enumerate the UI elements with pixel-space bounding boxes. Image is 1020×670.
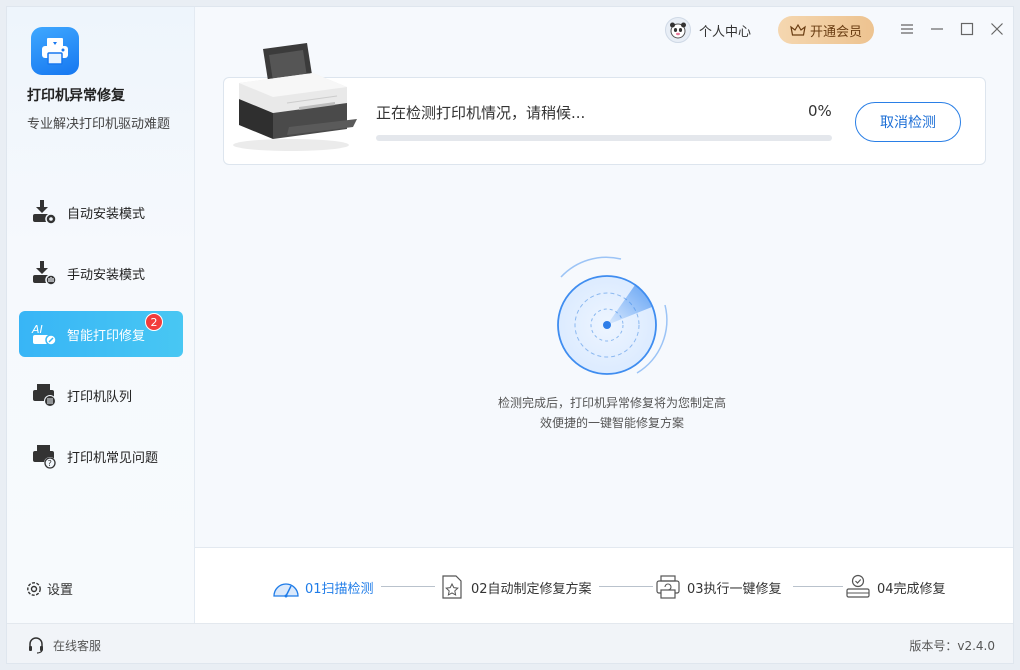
progress-steps: 01扫描检测 02自动制定修复方案 03执行一键修复 04完成修复 bbox=[195, 547, 1013, 623]
detection-status-text: 正在检测打印机情况，请稍候... bbox=[376, 104, 586, 122]
step-label: 04完成修复 bbox=[877, 581, 946, 597]
detection-percent: 0% bbox=[808, 102, 832, 120]
document-star-icon bbox=[437, 572, 467, 602]
menu-icon bbox=[901, 24, 913, 34]
crown-icon bbox=[790, 23, 806, 36]
printer-illustration bbox=[233, 43, 357, 151]
user-center-button[interactable]: 个人中心 bbox=[665, 17, 751, 43]
cancel-detection-button[interactable]: 取消检测 bbox=[855, 102, 961, 142]
gear-icon bbox=[27, 581, 41, 596]
sidebar-item-manual-install[interactable]: 手动安装模式 bbox=[19, 250, 183, 296]
app-subtitle: 专业解决打印机驱动难题 bbox=[27, 117, 171, 132]
sidebar-item-smart-repair[interactable]: AI 智能打印修复 2 bbox=[19, 311, 183, 357]
step-label: 02自动制定修复方案 bbox=[471, 581, 592, 597]
sidebar-item-label: 打印机常见问题 bbox=[67, 450, 159, 466]
sidebar-item-label: 自动安装模式 bbox=[67, 206, 146, 222]
sidebar: 打印机异常修复 专业解决打印机驱动难题 自动安装模式 手动安装模式 AI 智能打… bbox=[7, 7, 195, 623]
app-window: 打印机异常修复 专业解决打印机驱动难题 自动安装模式 手动安装模式 AI 智能打… bbox=[6, 6, 1014, 664]
minimize-icon bbox=[931, 28, 943, 30]
radar-scan-graphic bbox=[557, 256, 668, 375]
step-label: 01扫描检测 bbox=[305, 581, 374, 597]
step-connector bbox=[381, 586, 435, 587]
detection-hint: 检测完成后，打印机异常修复将为您制定高 效便捷的一键智能修复方案 bbox=[467, 393, 757, 433]
online-service-label: 在线客服 bbox=[53, 638, 102, 653]
settings-label: 设置 bbox=[47, 583, 74, 598]
printer-queue-icon bbox=[29, 380, 59, 410]
user-center-label: 个人中心 bbox=[699, 24, 752, 40]
vip-button[interactable]: 开通会员 bbox=[778, 16, 874, 44]
notification-badge: 2 bbox=[145, 313, 163, 331]
step-complete: 04完成修复 bbox=[843, 572, 946, 602]
sidebar-item-label: 智能打印修复 bbox=[67, 328, 146, 344]
step-connector bbox=[793, 586, 843, 587]
maximize-icon bbox=[960, 22, 974, 36]
avatar bbox=[665, 17, 691, 43]
sidebar-item-printer-faq[interactable]: ? 打印机常见问题 bbox=[19, 433, 183, 479]
step-connector bbox=[599, 586, 653, 587]
printer-logo-icon bbox=[42, 38, 68, 65]
download-hand-icon bbox=[29, 258, 59, 288]
hint-line: 效便捷的一键智能修复方案 bbox=[539, 416, 684, 430]
sidebar-nav: 自动安装模式 手动安装模式 AI 智能打印修复 2 打印机队列 ? 打印机常见问… bbox=[19, 189, 183, 494]
maximize-button[interactable] bbox=[957, 19, 977, 39]
settings-button[interactable]: 设置 bbox=[25, 579, 73, 598]
menu-button[interactable] bbox=[897, 19, 917, 39]
status-bar: 在线客服 版本号：v2.4.0 bbox=[7, 623, 1013, 663]
online-service-button[interactable]: 在线客服 bbox=[27, 636, 101, 654]
svg-text:?: ? bbox=[48, 459, 52, 468]
step-plan: 02自动制定修复方案 bbox=[437, 572, 592, 602]
panda-avatar-icon bbox=[670, 22, 686, 39]
sidebar-item-label: 打印机队列 bbox=[67, 389, 133, 405]
hint-line: 检测完成后，打印机异常修复将为您制定高 bbox=[497, 396, 726, 410]
sidebar-item-label: 手动安装模式 bbox=[67, 267, 146, 283]
step-label: 03执行一键修复 bbox=[687, 581, 782, 597]
check-device-icon bbox=[843, 572, 873, 602]
app-logo bbox=[31, 27, 79, 75]
step-scan: 01扫描检测 bbox=[271, 572, 374, 602]
printer-refresh-icon bbox=[653, 572, 683, 602]
sidebar-item-auto-install[interactable]: 自动安装模式 bbox=[19, 189, 183, 235]
printer-question-icon: ? bbox=[29, 441, 59, 471]
minimize-button[interactable] bbox=[927, 19, 947, 39]
headset-icon bbox=[29, 637, 43, 654]
detection-progress-bar bbox=[376, 135, 832, 141]
app-name: 打印机异常修复 bbox=[27, 88, 125, 104]
download-gear-icon bbox=[29, 197, 59, 227]
version-label: 版本号：v2.4.0 bbox=[909, 639, 995, 653]
ai-printer-repair-icon: AI bbox=[29, 319, 59, 349]
close-button[interactable] bbox=[987, 19, 1007, 39]
sidebar-item-printer-queue[interactable]: 打印机队列 bbox=[19, 372, 183, 418]
svg-text:AI: AI bbox=[31, 323, 43, 336]
vip-label: 开通会员 bbox=[809, 24, 862, 40]
close-icon bbox=[991, 23, 1003, 35]
step-execute: 03执行一键修复 bbox=[653, 572, 782, 602]
scan-gauge-icon bbox=[271, 572, 301, 602]
